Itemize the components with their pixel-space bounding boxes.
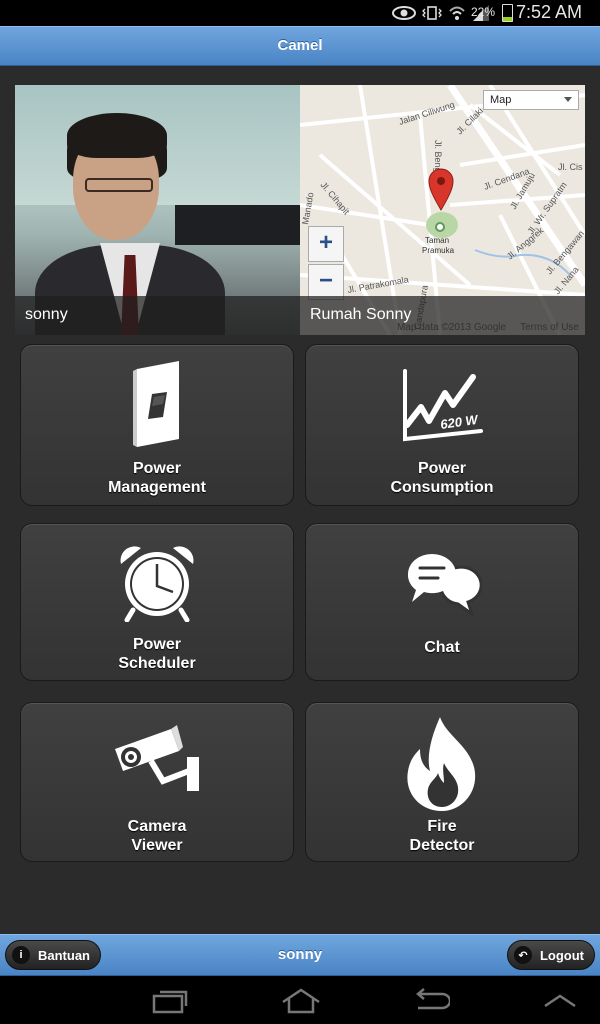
chart-icon-reading: 620 W [439, 412, 480, 432]
clock: 7:52 AM [515, 2, 582, 22]
chat-tile[interactable]: Chat [305, 523, 579, 681]
tile-label-line2: Viewer [131, 837, 183, 854]
svg-text:Pramuka: Pramuka [422, 246, 455, 255]
main-content: sonny Jalan Ciliwung Jl. Cilaki Jl. Ciha… [0, 66, 600, 934]
power-management-tile[interactable]: Power Management [20, 344, 294, 506]
camera-viewer-tile[interactable]: Camera Viewer [20, 702, 294, 862]
recent-apps-icon[interactable] [150, 988, 190, 1014]
tile-label-line1: Fire [427, 818, 457, 835]
logout-button[interactable]: ↶ Logout [506, 940, 595, 970]
map-attribution: Map data ©2013 Google [396, 322, 507, 333]
header-bar: Camel [0, 26, 600, 66]
power-scheduler-tile[interactable]: Power Scheduler [20, 523, 294, 681]
wifi-icon [449, 6, 465, 20]
home-icon[interactable] [280, 988, 322, 1014]
tile-label-line2: Consumption [390, 479, 494, 496]
power-consumption-tile[interactable]: 620 W Power Consumption [305, 344, 579, 506]
photo-caption-bar: sonny [15, 296, 300, 335]
tile-label-line1: Power [132, 460, 181, 477]
tile-label-line2: Scheduler [118, 655, 196, 672]
map-type-select[interactable]: Map [483, 90, 579, 110]
page-title: Camel [277, 37, 323, 54]
battery-icon [502, 4, 513, 22]
tile-label-line1: Camera [127, 818, 187, 835]
system-nav-bar [0, 976, 600, 1024]
battery-percent: 22% [470, 5, 495, 19]
eye-icon [392, 6, 416, 20]
chat-bubbles-icon [407, 554, 482, 618]
status-bar: 22% 7:52 AM [0, 0, 600, 26]
cctv-camera-icon [115, 725, 199, 791]
fire-detector-tile[interactable]: Fire Detector [305, 702, 579, 862]
tile-label-line1: Power [132, 636, 181, 653]
zoom-in-button[interactable]: + [308, 226, 344, 262]
tile-label-line1: Chat [424, 639, 460, 656]
logout-label: Logout [539, 947, 584, 963]
svg-text:Jl. Cis: Jl. Cis [558, 162, 583, 172]
zoom-out-button[interactable]: − [308, 264, 344, 300]
svg-text:Taman: Taman [425, 236, 449, 245]
back-icon[interactable] [410, 988, 450, 1014]
map-view[interactable]: Jalan Ciliwung Jl. Cilaki Jl. Cihapit Jl… [300, 85, 585, 335]
flame-icon [407, 717, 476, 811]
footer-bar: i Bantuan sonny ↶ Logout [0, 934, 600, 976]
svg-text:Jl. Beng: Jl. Beng [433, 140, 443, 173]
chevron-up-icon[interactable] [542, 992, 578, 1010]
chevron-down-icon [564, 97, 572, 102]
alarm-clock-icon [120, 546, 194, 622]
tile-label-line2: Detector [409, 837, 475, 854]
profile-name: sonny [25, 306, 68, 323]
logout-arrow-icon: ↶ [513, 946, 532, 964]
map-terms-link[interactable]: Terms of Use [520, 322, 579, 333]
tile-label-line2: Management [108, 479, 206, 496]
switch-icon [133, 361, 179, 447]
tile-label-line1: Power [417, 460, 466, 477]
profile-photo[interactable]: sonny [15, 85, 300, 335]
chart-icon: 620 W [403, 369, 483, 442]
vibrate-icon [422, 6, 442, 20]
